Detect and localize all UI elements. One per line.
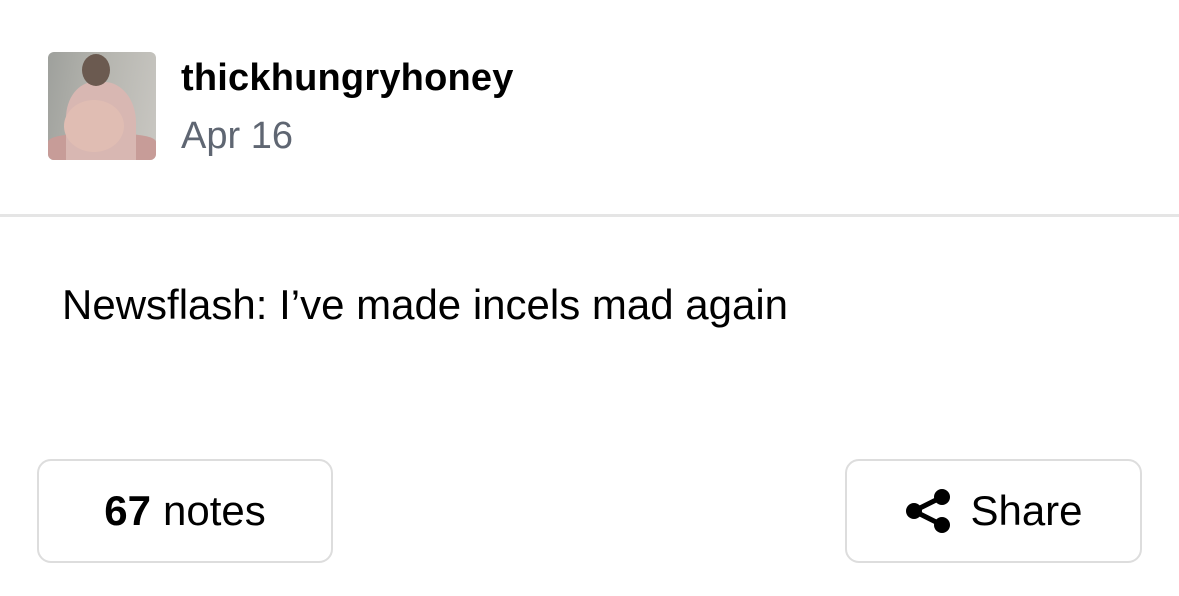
post-date[interactable]: Apr 16 (181, 114, 514, 158)
notes-count: 67 (104, 487, 151, 534)
share-button[interactable]: Share (845, 459, 1142, 563)
post-body-text: Newsflash: I’ve made incels mad again (62, 281, 789, 328)
share-label: Share (970, 487, 1083, 534)
username[interactable]: thickhungryhoney (181, 56, 514, 100)
post-header: thickhungryhoney Apr 16 (48, 52, 514, 160)
avatar[interactable] (48, 52, 156, 160)
post-meta: thickhungryhoney Apr 16 (181, 52, 514, 158)
divider (0, 214, 1179, 217)
notes-button[interactable]: 67 notes (37, 459, 333, 563)
share-icon (904, 487, 952, 535)
notes-label: notes (162, 487, 266, 534)
